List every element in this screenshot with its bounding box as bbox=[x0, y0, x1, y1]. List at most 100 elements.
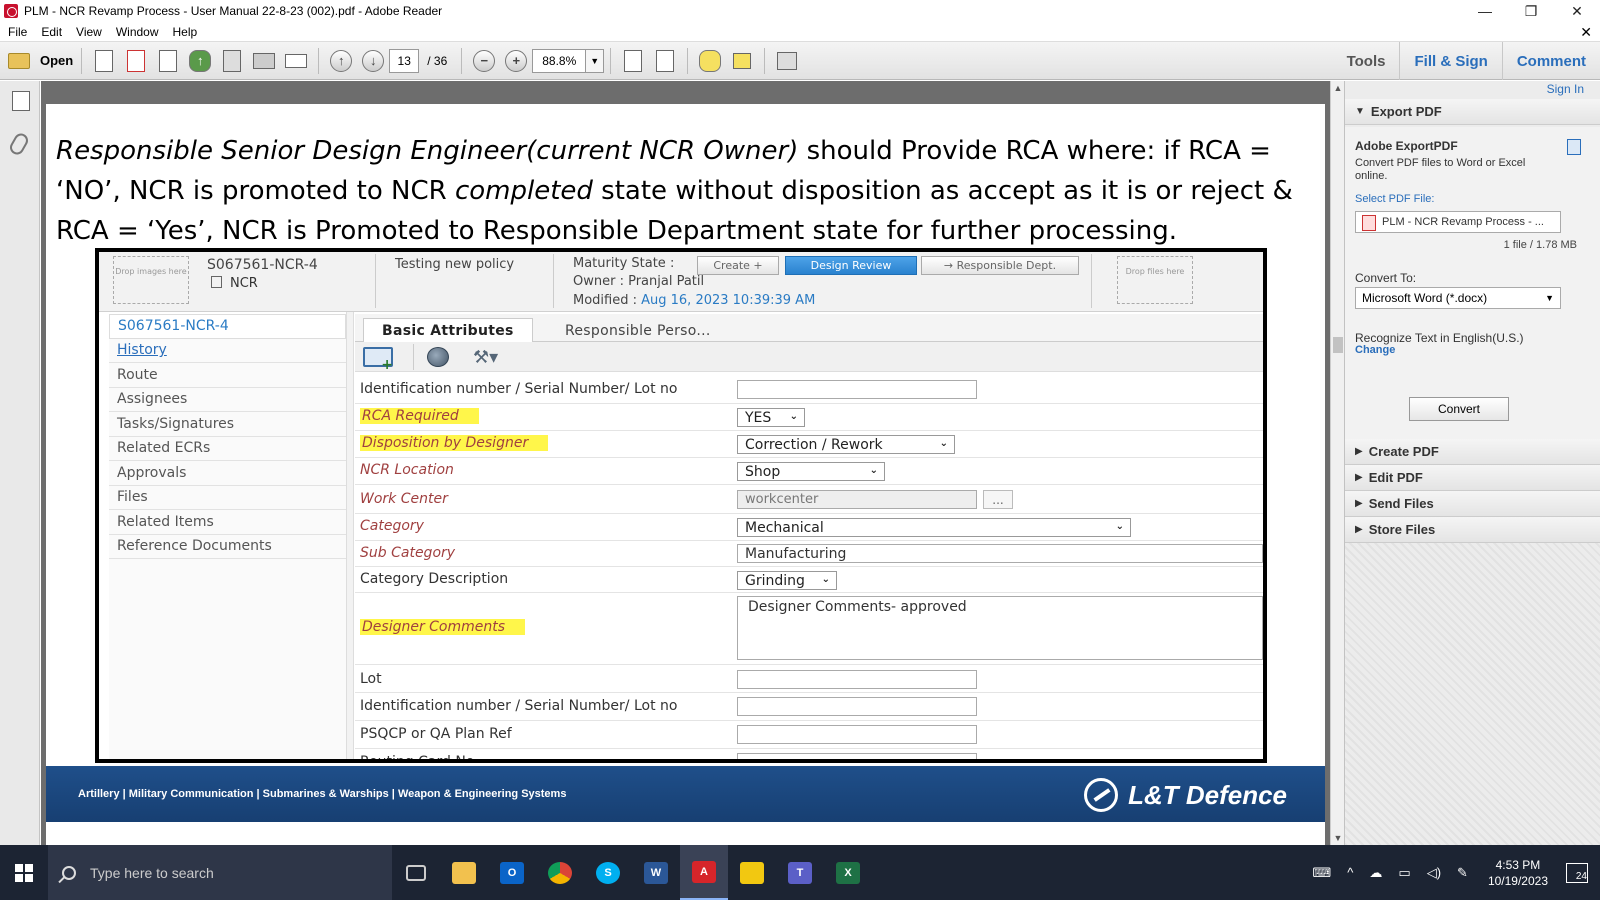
id-serial-input-2[interactable] bbox=[737, 697, 977, 716]
skype-app[interactable]: S bbox=[584, 845, 632, 900]
tab-responsible-person[interactable]: Responsible Perso... bbox=[547, 318, 729, 343]
scroll-thumb[interactable] bbox=[1333, 337, 1343, 353]
minimize-button[interactable]: — bbox=[1462, 0, 1508, 22]
sub-category-input[interactable]: Manufacturing bbox=[737, 544, 1263, 563]
send-files-header[interactable]: ▶ Send Files bbox=[1345, 491, 1600, 517]
sticky-note-button[interactable] bbox=[696, 47, 724, 75]
category-select[interactable]: Mechanical ⌄ bbox=[737, 518, 1131, 537]
fit-width-button[interactable] bbox=[619, 47, 647, 75]
edit-button[interactable] bbox=[154, 47, 182, 75]
nav-approvals[interactable]: Approvals bbox=[109, 461, 346, 486]
scroll-up-arrow-icon[interactable]: ▲ bbox=[1333, 83, 1343, 93]
designer-comments-textarea[interactable]: Designer Comments- approved bbox=[737, 596, 1263, 660]
state-create[interactable]: Create + bbox=[697, 256, 779, 275]
state-responsible-dept[interactable]: → Responsible Dept. bbox=[921, 256, 1079, 275]
rca-required-select[interactable]: YES ⌄ bbox=[737, 408, 805, 427]
category-description-select[interactable]: Grinding ⌄ bbox=[737, 571, 837, 590]
menu-file[interactable]: File bbox=[8, 25, 27, 39]
scroll-down-arrow-icon[interactable]: ▼ bbox=[1333, 833, 1343, 843]
ncr-location-select[interactable]: Shop ⌄ bbox=[737, 462, 885, 481]
export-info-icon[interactable] bbox=[1567, 139, 1581, 155]
power-bi-app[interactable] bbox=[728, 845, 776, 900]
tools-tab[interactable]: Tools bbox=[1333, 42, 1400, 80]
word-app[interactable]: W bbox=[632, 845, 680, 900]
nav-assignees[interactable]: Assignees bbox=[109, 388, 346, 412]
open-button[interactable]: Open bbox=[8, 47, 73, 75]
menu-window[interactable]: Window bbox=[116, 25, 159, 39]
start-button[interactable] bbox=[0, 845, 48, 900]
convert-to-select[interactable]: Microsoft Word (*.docx) ▼ bbox=[1355, 287, 1561, 309]
previous-page-button[interactable]: ↑ bbox=[327, 47, 355, 75]
network-icon[interactable]: ▭ bbox=[1398, 865, 1410, 881]
zoom-input[interactable]: 88.8% bbox=[532, 48, 587, 73]
email-button[interactable] bbox=[282, 47, 310, 75]
add-window-icon[interactable] bbox=[363, 347, 393, 373]
routing-card-input[interactable] bbox=[737, 753, 977, 759]
nav-related-items[interactable]: Related Items bbox=[109, 510, 346, 535]
disposition-select[interactable]: Correction / Rework ⌄ bbox=[737, 435, 955, 454]
state-design-review[interactable]: Design Review bbox=[785, 256, 917, 275]
tab-basic-attributes[interactable]: Basic Attributes bbox=[363, 318, 533, 343]
selected-file-box[interactable]: PLM - NCR Revamp Process - ... bbox=[1355, 211, 1561, 233]
excel-app[interactable]: X bbox=[824, 845, 872, 900]
zoom-in-button[interactable]: + bbox=[502, 47, 530, 75]
maximize-button[interactable]: ❐ bbox=[1508, 0, 1554, 22]
nav-files[interactable]: Files bbox=[109, 486, 346, 510]
attachments-icon[interactable] bbox=[7, 130, 31, 158]
store-files-header[interactable]: ▶ Store Files bbox=[1345, 517, 1600, 543]
work-center-chooser-button[interactable]: ... bbox=[983, 490, 1013, 509]
page-thumbnails-icon[interactable] bbox=[12, 91, 30, 111]
panel-divider[interactable] bbox=[346, 312, 354, 759]
sign-in-link[interactable]: Sign In bbox=[1547, 82, 1584, 96]
nav-related-ecrs[interactable]: Related ECRs bbox=[109, 437, 346, 461]
lot-input[interactable] bbox=[737, 670, 977, 689]
taskbar-search[interactable]: Type here to search bbox=[48, 845, 392, 900]
notifications-icon[interactable]: 24 bbox=[1566, 862, 1588, 883]
next-page-button[interactable]: ↓ bbox=[359, 47, 387, 75]
edit-pdf-header[interactable]: ▶ Edit PDF bbox=[1345, 465, 1600, 491]
zoom-dropdown-button[interactable]: ▼ bbox=[586, 48, 605, 73]
volume-icon[interactable]: ◁) bbox=[1427, 865, 1441, 881]
file-explorer-app[interactable] bbox=[440, 845, 488, 900]
upload-button[interactable]: ↑ bbox=[186, 47, 214, 75]
pen-icon[interactable]: ✎ bbox=[1457, 865, 1468, 881]
nav-tasks-signatures[interactable]: Tasks/Signatures bbox=[109, 412, 346, 437]
create-pdf-button[interactable] bbox=[90, 47, 118, 75]
chrome-app[interactable] bbox=[536, 845, 584, 900]
adobe-reader-app[interactable]: A bbox=[680, 845, 728, 900]
task-view-button[interactable] bbox=[392, 845, 440, 900]
save-button[interactable] bbox=[218, 47, 246, 75]
document-viewport[interactable]: Responsible Senior Design Engineer(curre… bbox=[41, 81, 1330, 845]
menu-view[interactable]: View bbox=[76, 25, 102, 39]
fill-sign-tab[interactable]: Fill & Sign bbox=[1399, 42, 1501, 80]
close-button[interactable]: ✕ bbox=[1554, 0, 1600, 22]
page-number-input[interactable]: 13 bbox=[389, 48, 420, 73]
export-pdf-header[interactable]: ▼ Export PDF bbox=[1345, 99, 1600, 125]
nav-reference-documents[interactable]: Reference Documents bbox=[109, 535, 346, 559]
convert-button[interactable]: Convert bbox=[1409, 397, 1509, 421]
print-button[interactable] bbox=[250, 47, 278, 75]
tools-dropdown-icon[interactable]: ⚒▾ bbox=[473, 347, 517, 368]
convert-pdf-button[interactable] bbox=[122, 47, 150, 75]
nav-history[interactable]: History bbox=[109, 339, 346, 363]
zoom-out-button[interactable]: − bbox=[470, 47, 498, 75]
chevron-up-icon[interactable]: ^ bbox=[1347, 865, 1353, 880]
menu-edit[interactable]: Edit bbox=[41, 25, 62, 39]
keyboard-icon[interactable]: ⌨ bbox=[1313, 865, 1332, 881]
create-pdf-header[interactable]: ▶ Create PDF bbox=[1345, 439, 1600, 465]
outlook-app[interactable]: O bbox=[488, 845, 536, 900]
vertical-scrollbar[interactable]: ▲ ▼ bbox=[1330, 81, 1344, 845]
full-screen-button[interactable] bbox=[773, 47, 801, 75]
nav-route[interactable]: Route bbox=[109, 363, 346, 388]
highlight-button[interactable] bbox=[728, 47, 756, 75]
fit-page-button[interactable] bbox=[651, 47, 679, 75]
comment-tab[interactable]: Comment bbox=[1501, 42, 1600, 80]
nav-object-name[interactable]: S067561-NCR-4 bbox=[109, 314, 346, 339]
menu-help[interactable]: Help bbox=[173, 25, 198, 39]
change-language-link[interactable]: Change bbox=[1355, 344, 1395, 356]
close-document-button[interactable]: ✕ bbox=[1580, 24, 1592, 41]
teams-app[interactable]: T bbox=[776, 845, 824, 900]
clock[interactable]: 4:53 PM 10/19/2023 bbox=[1488, 857, 1548, 889]
onedrive-icon[interactable]: ☁ bbox=[1369, 865, 1382, 881]
id-serial-input[interactable] bbox=[737, 380, 977, 399]
